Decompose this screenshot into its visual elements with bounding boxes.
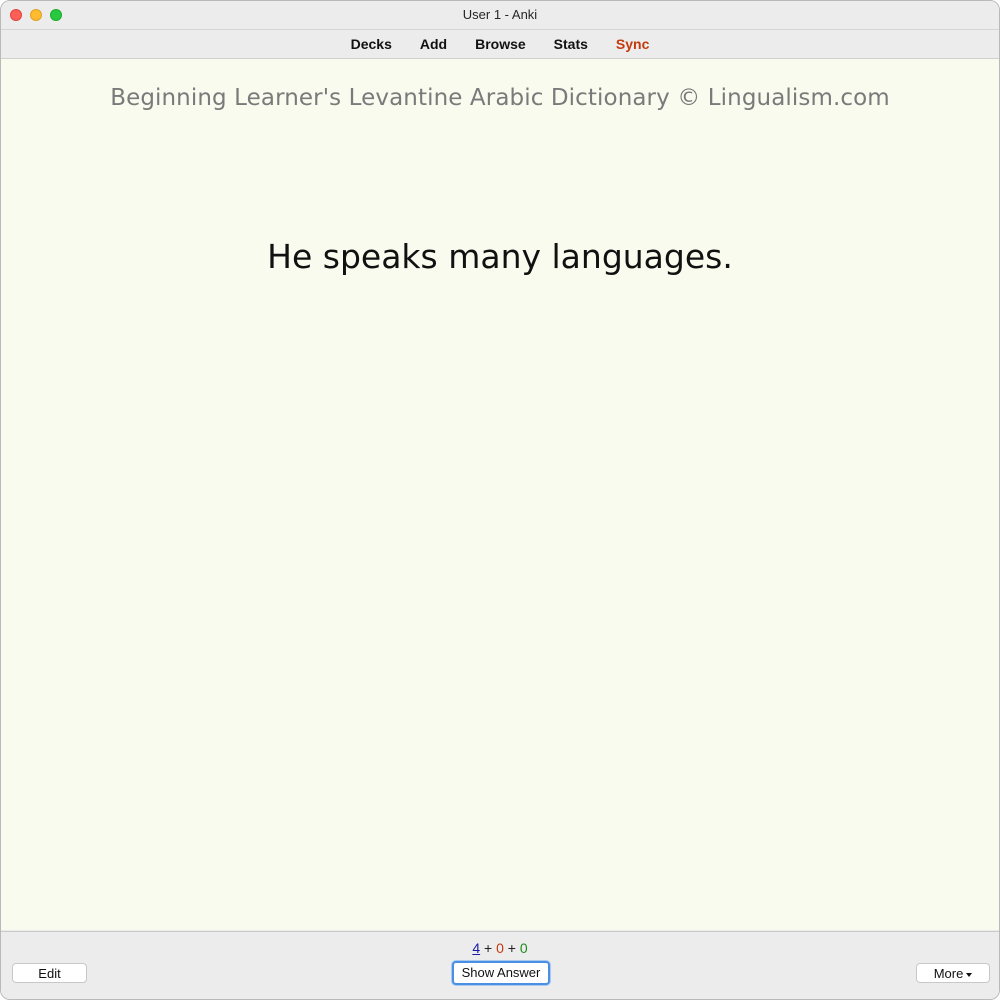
anki-window: User 1 - Anki Decks Add Browse Stats Syn…	[0, 0, 1000, 1000]
deck-header: Beginning Learner's Levantine Arabic Dic…	[110, 85, 890, 111]
bottom-bar: 4 + 0 + 0 Edit Show Answer More	[1, 931, 999, 999]
toolbar-decks-link[interactable]: Decks	[351, 36, 392, 52]
main-toolbar: Decks Add Browse Stats Sync	[1, 30, 999, 59]
due-counts: 4 + 0 + 0	[1, 940, 999, 956]
count-separator: +	[507, 940, 516, 956]
toolbar-sync-link[interactable]: Sync	[616, 36, 649, 52]
count-separator: +	[484, 940, 493, 956]
toolbar-browse-link[interactable]: Browse	[475, 36, 526, 52]
toolbar-add-link[interactable]: Add	[420, 36, 447, 52]
title-bar[interactable]: User 1 - Anki	[1, 1, 999, 30]
more-button-label: More	[933, 966, 964, 981]
chevron-down-icon	[966, 972, 973, 977]
toolbar-stats-link[interactable]: Stats	[554, 36, 588, 52]
card-review-area: Beginning Learner's Levantine Arabic Dic…	[1, 59, 999, 930]
review-count: 0	[519, 940, 528, 956]
edit-button[interactable]: Edit	[12, 963, 87, 983]
new-count: 4	[472, 940, 481, 956]
learning-count: 0	[496, 940, 504, 956]
window-title: User 1 - Anki	[462, 7, 538, 22]
show-answer-button[interactable]: Show Answer	[452, 961, 550, 985]
more-button[interactable]: More	[916, 963, 990, 983]
card-question: He speaks many languages.	[267, 237, 733, 276]
